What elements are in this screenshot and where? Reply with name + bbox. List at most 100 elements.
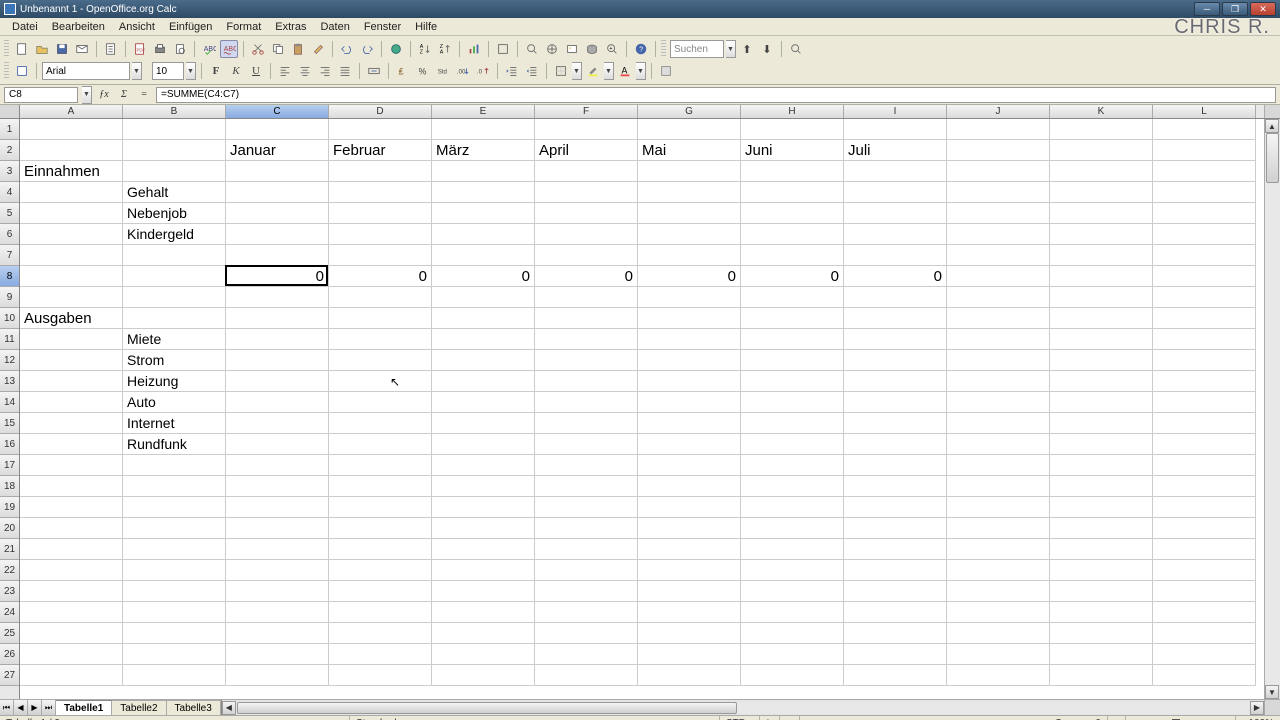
cell-H7[interactable] xyxy=(741,245,844,266)
cell-H20[interactable] xyxy=(741,518,844,539)
row-header-14[interactable]: 14 xyxy=(0,392,19,413)
cell-G11[interactable] xyxy=(638,329,741,350)
hscroll-thumb[interactable] xyxy=(237,702,737,714)
cell-K6[interactable] xyxy=(1050,224,1153,245)
cell-I19[interactable] xyxy=(844,497,947,518)
cell-D3[interactable] xyxy=(329,161,432,182)
cell-F10[interactable] xyxy=(535,308,638,329)
cell-F25[interactable] xyxy=(535,623,638,644)
row-header-17[interactable]: 17 xyxy=(0,455,19,476)
font-size-dropdown[interactable]: ▼ xyxy=(186,62,196,80)
cell-H23[interactable] xyxy=(741,581,844,602)
underline-icon[interactable]: U xyxy=(247,62,265,80)
cell-C13[interactable] xyxy=(226,371,329,392)
cell-G6[interactable] xyxy=(638,224,741,245)
cell-D14[interactable] xyxy=(329,392,432,413)
cell-L5[interactable] xyxy=(1153,203,1256,224)
cell-H15[interactable] xyxy=(741,413,844,434)
cell-C14[interactable] xyxy=(226,392,329,413)
cell-K23[interactable] xyxy=(1050,581,1153,602)
cell-J15[interactable] xyxy=(947,413,1050,434)
spellcheck-icon[interactable]: ABC xyxy=(200,40,218,58)
row-header-9[interactable]: 9 xyxy=(0,287,19,308)
cell-E7[interactable] xyxy=(432,245,535,266)
cell-G8[interactable]: 0 xyxy=(638,266,741,287)
cell-F2[interactable]: April xyxy=(535,140,638,161)
cell-C15[interactable] xyxy=(226,413,329,434)
cell-A10[interactable]: Ausgaben xyxy=(20,308,123,329)
cell-L3[interactable] xyxy=(1153,161,1256,182)
open-icon[interactable] xyxy=(33,40,51,58)
cell-I2[interactable]: Juli xyxy=(844,140,947,161)
cell-I5[interactable] xyxy=(844,203,947,224)
cell-J20[interactable] xyxy=(947,518,1050,539)
cell-L2[interactable] xyxy=(1153,140,1256,161)
row-header-7[interactable]: 7 xyxy=(0,245,19,266)
remove-decimal-icon[interactable]: .0 xyxy=(474,62,492,80)
cell-J10[interactable] xyxy=(947,308,1050,329)
cell-F16[interactable] xyxy=(535,434,638,455)
cell-F19[interactable] xyxy=(535,497,638,518)
cell-J2[interactable] xyxy=(947,140,1050,161)
search-input[interactable]: Suchen xyxy=(670,40,724,58)
cell-J6[interactable] xyxy=(947,224,1050,245)
cell-J7[interactable] xyxy=(947,245,1050,266)
row-header-2[interactable]: 2 xyxy=(0,140,19,161)
row-header-18[interactable]: 18 xyxy=(0,476,19,497)
cell-K9[interactable] xyxy=(1050,287,1153,308)
merge-cells-icon[interactable] xyxy=(365,62,383,80)
column-header-B[interactable]: B xyxy=(123,105,226,118)
function-wizard-icon[interactable]: ƒx xyxy=(96,87,112,103)
cell-F6[interactable] xyxy=(535,224,638,245)
cell-L7[interactable] xyxy=(1153,245,1256,266)
cell-K13[interactable] xyxy=(1050,371,1153,392)
cell-F22[interactable] xyxy=(535,560,638,581)
cell-E21[interactable] xyxy=(432,539,535,560)
cell-K12[interactable] xyxy=(1050,350,1153,371)
cell-D27[interactable] xyxy=(329,665,432,686)
vscroll-thumb[interactable] xyxy=(1266,133,1279,183)
cell-I18[interactable] xyxy=(844,476,947,497)
row-header-12[interactable]: 12 xyxy=(0,350,19,371)
cell-L16[interactable] xyxy=(1153,434,1256,455)
cell-F20[interactable] xyxy=(535,518,638,539)
cell-E23[interactable] xyxy=(432,581,535,602)
row-header-24[interactable]: 24 xyxy=(0,602,19,623)
cell-B25[interactable] xyxy=(123,623,226,644)
cell-G12[interactable] xyxy=(638,350,741,371)
cell-H27[interactable] xyxy=(741,665,844,686)
cell-K1[interactable] xyxy=(1050,119,1153,140)
cell-E6[interactable] xyxy=(432,224,535,245)
cell-E5[interactable] xyxy=(432,203,535,224)
more-options-icon[interactable] xyxy=(657,62,675,80)
cell-reference-box[interactable]: C8 xyxy=(4,87,78,103)
cell-C11[interactable] xyxy=(226,329,329,350)
cell-D16[interactable] xyxy=(329,434,432,455)
cell-G2[interactable]: Mai xyxy=(638,140,741,161)
cell-A17[interactable] xyxy=(20,455,123,476)
cell-B27[interactable] xyxy=(123,665,226,686)
new-doc-icon[interactable] xyxy=(13,40,31,58)
cell-C16[interactable] xyxy=(226,434,329,455)
cell-B18[interactable] xyxy=(123,476,226,497)
cell-K15[interactable] xyxy=(1050,413,1153,434)
cell-D6[interactable] xyxy=(329,224,432,245)
cell-K4[interactable] xyxy=(1050,182,1153,203)
cell-I15[interactable] xyxy=(844,413,947,434)
cell-J21[interactable] xyxy=(947,539,1050,560)
cell-D23[interactable] xyxy=(329,581,432,602)
cell-H8[interactable]: 0 xyxy=(741,266,844,287)
cell-L19[interactable] xyxy=(1153,497,1256,518)
cell-A24[interactable] xyxy=(20,602,123,623)
cell-B8[interactable] xyxy=(123,266,226,287)
cell-I4[interactable] xyxy=(844,182,947,203)
cell-B6[interactable]: Kindergeld xyxy=(123,224,226,245)
cell-G26[interactable] xyxy=(638,644,741,665)
cellref-dropdown[interactable]: ▼ xyxy=(82,86,92,104)
cell-H2[interactable]: Juni xyxy=(741,140,844,161)
cell-A20[interactable] xyxy=(20,518,123,539)
menu-daten[interactable]: Daten xyxy=(314,20,355,34)
cell-D9[interactable] xyxy=(329,287,432,308)
navigator-icon[interactable] xyxy=(543,40,561,58)
cell-D21[interactable] xyxy=(329,539,432,560)
